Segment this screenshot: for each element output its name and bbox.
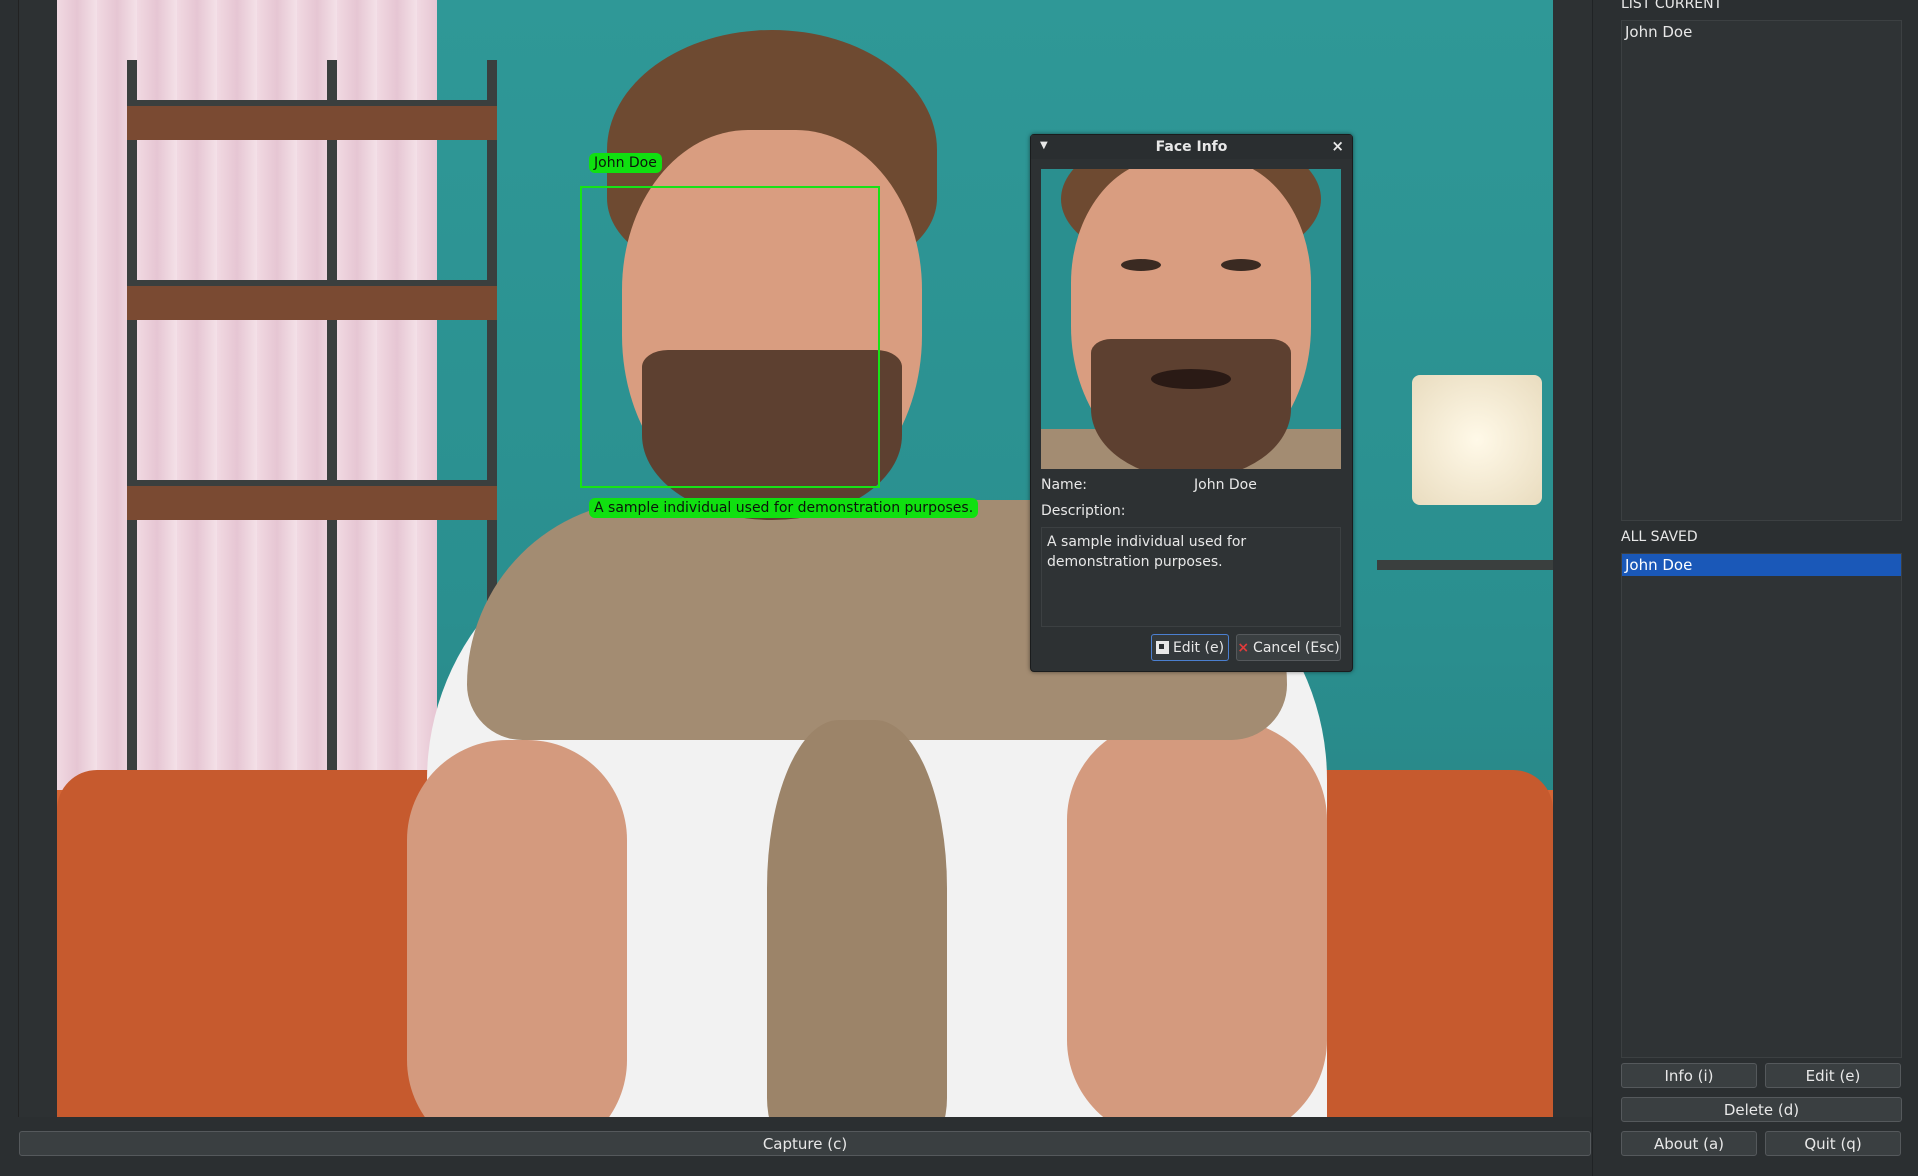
dialog-edit-label: Edit (e) xyxy=(1172,639,1225,656)
all-saved-label: ALL SAVED xyxy=(1621,529,1698,545)
triangle-down-icon[interactable]: ▼ xyxy=(1040,140,1048,151)
description-label: Description: xyxy=(1041,503,1126,519)
face-name-tag: John Doe xyxy=(589,153,662,173)
face-description-tag: A sample individual used for demonstrati… xyxy=(589,498,979,518)
face-info-dialog: ▼ Face Info × Name: John Doe Description… xyxy=(1030,134,1353,672)
face-photo xyxy=(1041,169,1341,469)
list-item[interactable]: John Doe xyxy=(1622,21,1901,43)
quit-button[interactable]: Quit (q) xyxy=(1765,1131,1901,1156)
dialog-titlebar[interactable]: ▼ Face Info × xyxy=(1031,135,1352,159)
dialog-cancel-label: Cancel (Esc) xyxy=(1253,639,1340,656)
close-icon[interactable]: × xyxy=(1331,137,1344,155)
list-item-selected[interactable]: John Doe xyxy=(1622,554,1901,576)
face-detection-box xyxy=(580,186,880,488)
main-area: John Doe A sample individual used for de… xyxy=(0,0,1594,1176)
name-label: Name: xyxy=(1041,477,1088,493)
description-field[interactable]: A sample individual used for demonstrati… xyxy=(1041,527,1341,627)
dialog-edit-button[interactable]: Edit (e) xyxy=(1151,634,1229,661)
dialog-cancel-button[interactable]: × Cancel (Esc) xyxy=(1236,634,1341,661)
about-button[interactable]: About (a) xyxy=(1621,1131,1757,1156)
info-button[interactable]: Info (i) xyxy=(1621,1063,1757,1088)
all-saved-list[interactable]: John Doe xyxy=(1621,553,1902,1058)
list-current[interactable]: John Doe xyxy=(1621,20,1902,521)
scene-table xyxy=(1377,560,1553,570)
list-current-label: LIST CURRENT xyxy=(1621,0,1723,12)
scene-lamp xyxy=(1412,375,1542,505)
edit-button[interactable]: Edit (e) xyxy=(1765,1063,1901,1088)
name-value: John Doe xyxy=(1194,477,1257,493)
dialog-title: Face Info xyxy=(1155,139,1228,155)
x-icon: × xyxy=(1237,639,1250,656)
capture-button[interactable]: Capture (c) xyxy=(19,1131,1591,1156)
edit-icon xyxy=(1155,641,1169,654)
delete-button[interactable]: Delete (d) xyxy=(1621,1097,1902,1122)
